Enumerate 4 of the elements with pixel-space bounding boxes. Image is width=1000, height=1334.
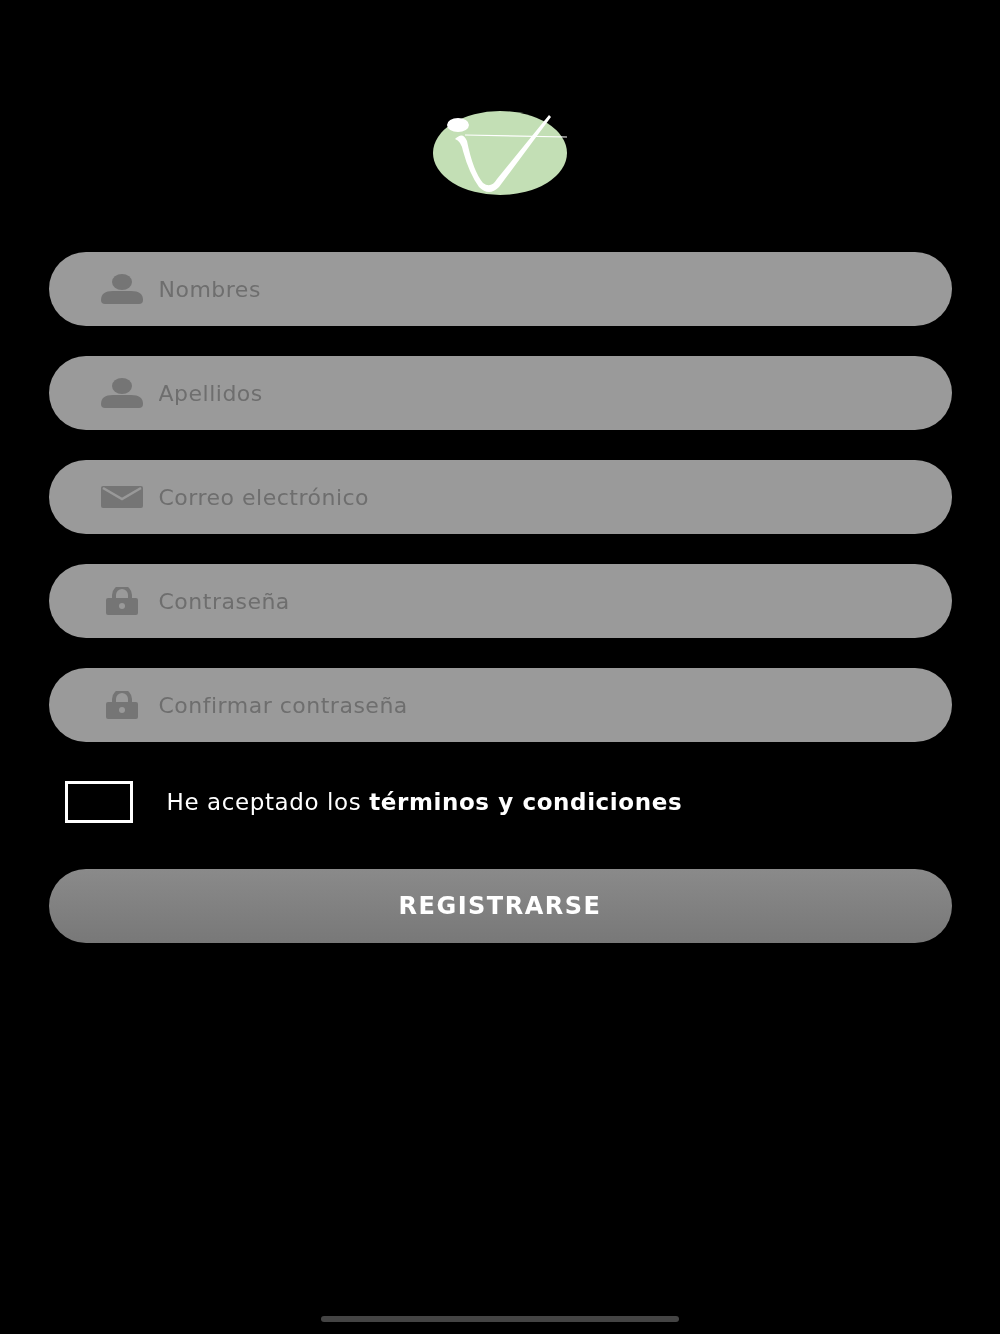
register-button[interactable]: REGISTRARSE	[48, 869, 952, 943]
terms-label: He aceptado los términos y condiciones	[166, 789, 683, 815]
logo-icon	[433, 111, 567, 195]
checkbox[interactable]	[64, 781, 133, 823]
